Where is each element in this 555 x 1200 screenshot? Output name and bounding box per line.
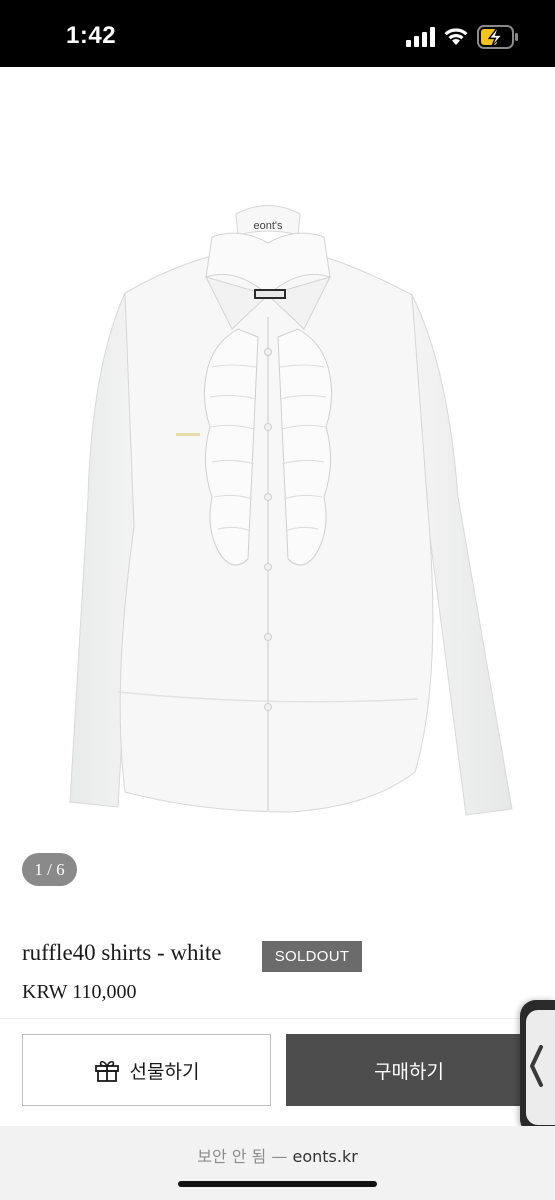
security-label: 보안 안 됨	[197, 1147, 267, 1166]
battery-charging-icon	[477, 25, 518, 49]
url-domain: eonts.kr	[292, 1147, 358, 1166]
divider	[0, 1018, 555, 1019]
status-bar: 1:42	[0, 0, 555, 67]
wifi-icon	[444, 28, 468, 45]
buy-button-label: 구매하기	[374, 1060, 444, 1083]
product-price: KRW 110,000	[22, 981, 137, 1003]
home-indicator[interactable]	[178, 1181, 377, 1187]
product-image[interactable]: eont's 1 / 6	[0, 67, 555, 902]
product-name: ruffle40 shirts - white	[22, 940, 222, 965]
buy-button[interactable]: 구매하기	[286, 1034, 532, 1106]
gift-button-label: 선물하기	[129, 1060, 200, 1083]
status-time: 1:42	[66, 22, 117, 49]
gift-icon	[94, 1060, 119, 1082]
image-counter: 1 / 6	[22, 853, 77, 886]
signal-icon	[406, 27, 435, 47]
soldout-badge: SOLDOUT	[262, 941, 362, 972]
shirt-illustration: eont's	[69, 205, 513, 816]
url-display[interactable]: 보안 안 됨 — eonts.kr	[0, 1143, 555, 1167]
hanger-brand-label: eont's	[253, 220, 283, 232]
chevron-left-icon[interactable]	[527, 1043, 545, 1089]
gift-button[interactable]: 선물하기	[22, 1034, 271, 1106]
url-separator: —	[271, 1147, 288, 1166]
